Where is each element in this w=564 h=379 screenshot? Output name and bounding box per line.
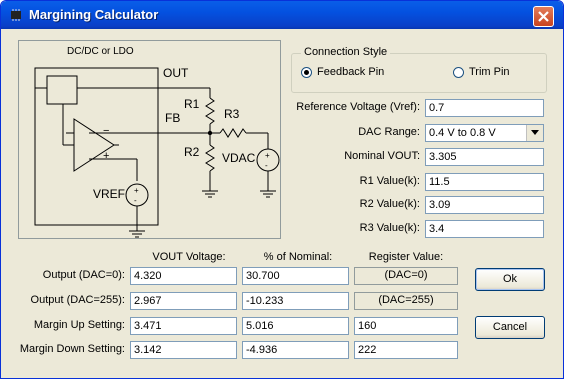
svg-text:+: + <box>134 186 139 195</box>
fb-label: FB <box>165 111 181 125</box>
percent-nominal-header: % of Nominal: <box>263 251 333 263</box>
margin-up-percent[interactable]: 5.016 <box>242 317 349 335</box>
margin-up-vout[interactable]: 3.471 <box>130 317 237 335</box>
r2-value-input[interactable]: 3.09 <box>425 196 544 214</box>
out-label: OUT <box>163 66 189 80</box>
margin-down-register[interactable]: 222 <box>354 341 458 359</box>
radio-trim-pin[interactable]: Trim Pin <box>453 66 510 78</box>
vref-label: VREF <box>93 187 126 201</box>
circuit-schematic: + - + - DC/DC or LDO OUT FB R1 R3 R2 VDA… <box>18 40 281 239</box>
schematic-box-title: DC/DC or LDO <box>67 46 134 57</box>
output-dac0-percent[interactable]: 30.700 <box>242 267 349 285</box>
vdac-label: VDAC <box>222 151 256 165</box>
output-dac0-vout[interactable]: 4.320 <box>130 267 237 285</box>
dialog-body: + - + - DC/DC or LDO OUT FB R1 R3 R2 VDA… <box>4 29 560 375</box>
r3-value-input[interactable]: 3.4 <box>425 220 544 238</box>
ok-button[interactable]: Ok <box>475 268 545 291</box>
margin-up-label: Margin Up Setting: <box>33 319 125 331</box>
chip-icon <box>8 8 24 22</box>
vout-voltage-header: VOUT Voltage: <box>152 251 226 263</box>
close-icon <box>538 11 549 22</box>
r1-label: R1 <box>184 97 200 111</box>
radio-feedback-pin[interactable]: Feedback Pin <box>301 66 384 78</box>
nominal-vout-input[interactable]: 3.305 <box>425 148 544 166</box>
schematic-drawing: + - + - <box>34 67 280 238</box>
dac-range-select[interactable]: 0.4 V to 0.8 V <box>425 124 544 142</box>
dac-range-label: DAC Range: <box>358 126 420 138</box>
svg-text:-: - <box>134 196 137 205</box>
radio-feedback-pin-label: Feedback Pin <box>317 66 385 78</box>
vref-input[interactable]: 0.7 <box>425 99 544 117</box>
output-dac255-percent[interactable]: -10.233 <box>242 292 349 310</box>
margin-down-vout[interactable]: 3.142 <box>130 341 237 359</box>
margining-calculator-window: Margining Calculator + - + - DC/DC or LD… <box>0 0 564 379</box>
opamp-plus-label: + <box>103 150 110 162</box>
r1-value-label: R1 Value(k): <box>359 175 420 187</box>
title-bar[interactable]: Margining Calculator <box>1 1 563 29</box>
radio-checked-icon[interactable] <box>301 66 312 78</box>
output-dac0-register: (DAC=0) <box>354 267 458 285</box>
r3-label: R3 <box>224 107 240 121</box>
margin-down-percent[interactable]: -4.936 <box>242 341 349 359</box>
register-value-header: Register Value: <box>368 251 444 263</box>
radio-trim-pin-label: Trim Pin <box>469 66 510 78</box>
cancel-button[interactable]: Cancel <box>475 316 545 339</box>
window-title: Margining Calculator <box>29 7 159 22</box>
r2-value-label: R2 Value(k): <box>359 198 420 210</box>
output-dac255-label: Output (DAC=255): <box>30 294 125 306</box>
close-button[interactable] <box>533 6 554 27</box>
dac-range-value: 0.4 V to 0.8 V <box>429 127 496 139</box>
svg-text:+: + <box>265 151 270 160</box>
output-dac255-register: (DAC=255) <box>354 292 458 310</box>
margin-up-register[interactable]: 160 <box>354 317 458 335</box>
output-dac0-label: Output (DAC=0): <box>42 269 125 281</box>
radio-unchecked-icon[interactable] <box>453 66 464 78</box>
connection-style-group: Connection Style Feedback Pin Trim Pin <box>291 46 547 93</box>
vref-field-label: Reference Voltage (Vref): <box>296 101 420 113</box>
opamp-minus-label: − <box>103 125 110 137</box>
output-dac255-vout[interactable]: 2.967 <box>130 292 237 310</box>
r3-value-label: R3 Value(k): <box>359 222 420 234</box>
nominal-vout-label: Nominal VOUT: <box>344 150 420 162</box>
connection-style-legend: Connection Style <box>301 46 391 58</box>
r2-label: R2 <box>184 145 200 159</box>
chevron-down-icon[interactable] <box>526 125 543 141</box>
r1-value-input[interactable]: 11.5 <box>425 173 544 191</box>
margin-down-label: Margin Down Setting: <box>19 343 125 355</box>
svg-text:-: - <box>265 161 268 170</box>
